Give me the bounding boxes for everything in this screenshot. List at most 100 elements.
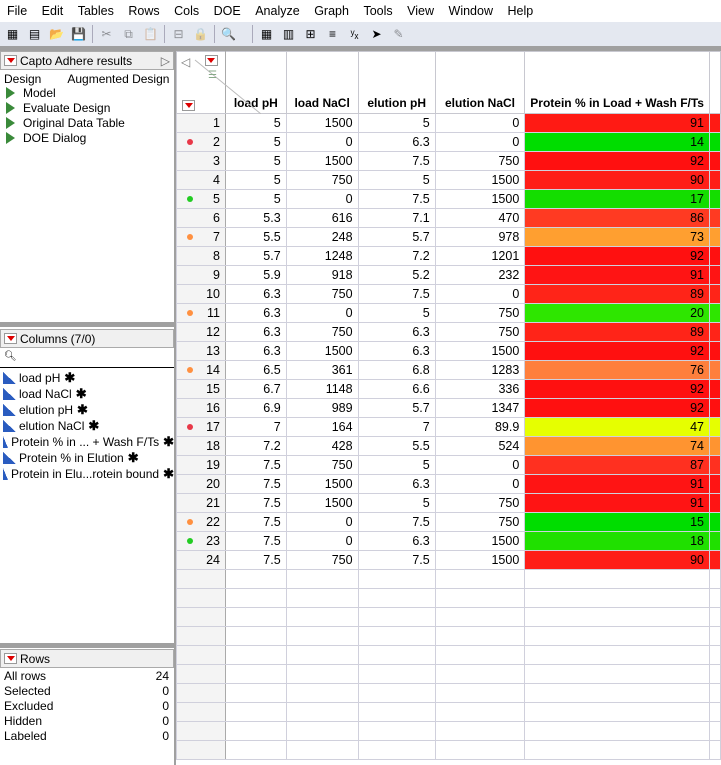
table-cell-partial[interactable] [708, 360, 721, 380]
table-cell[interactable]: 1500 [285, 493, 359, 513]
table-cell[interactable]: 361 [285, 360, 359, 380]
run-script-icon[interactable] [6, 116, 15, 129]
table-cell[interactable]: 5 [224, 132, 287, 152]
table-cell-partial[interactable] [708, 132, 721, 152]
table-cell[interactable]: 6.3 [357, 322, 436, 342]
table-cell[interactable]: 5 [357, 303, 436, 323]
menu-file[interactable]: File [7, 4, 27, 18]
table-cell-partial[interactable] [708, 474, 721, 494]
table-cell[interactable]: 7.2 [357, 246, 436, 266]
table-cell[interactable]: 6.3 [224, 284, 287, 304]
table-cell-partial[interactable] [708, 208, 721, 228]
table-cell[interactable]: 0 [434, 284, 526, 304]
table-cell[interactable]: 1148 [285, 379, 359, 399]
column-search-input[interactable]: 🔍︎ [0, 348, 174, 368]
menu-doe[interactable]: DOE [214, 4, 241, 18]
table-cell[interactable]: 7.5 [357, 189, 436, 209]
table-row[interactable]: 17 7 164 7 89.9 47 [176, 417, 721, 437]
column-list-item[interactable]: load pH ✱ [0, 370, 174, 386]
table-cell[interactable]: 5.7 [224, 246, 287, 266]
row-number[interactable]: 21 [176, 493, 226, 513]
table-cell[interactable]: 336 [434, 379, 526, 399]
table-cell[interactable]: 5.3 [224, 208, 287, 228]
table-row[interactable]: 12 6.3 750 6.3 750 89 [176, 322, 721, 342]
table-cell[interactable]: 7.5 [224, 474, 287, 494]
row-number[interactable]: 17 [176, 417, 226, 437]
table-cell[interactable]: 616 [285, 208, 359, 228]
row-number[interactable]: 11 [176, 303, 226, 323]
table-cell-partial[interactable] [708, 341, 721, 361]
table-cell[interactable]: 91 [524, 265, 710, 285]
table-cell[interactable]: 6.3 [224, 303, 287, 323]
table-row[interactable]: 22 7.5 0 7.5 750 15 [176, 512, 721, 532]
table-cell[interactable]: 6.3 [357, 531, 436, 551]
open-icon[interactable]: 📂 [48, 26, 65, 43]
table-cell[interactable]: 92 [524, 379, 710, 399]
table-cell-partial[interactable] [708, 246, 721, 266]
table-cell[interactable]: 90 [524, 550, 710, 570]
column-list-item[interactable]: elution NaCl ✱ [0, 418, 174, 434]
table-cell[interactable]: 7 [357, 417, 436, 437]
table-cell[interactable]: 5.9 [224, 265, 287, 285]
table-row[interactable]: 18 7.2 428 5.5 524 74 [176, 436, 721, 456]
new-data-table-icon[interactable]: ▦ [4, 26, 21, 43]
distribution-icon[interactable]: ≡ [324, 26, 341, 43]
table-cell[interactable]: 20 [524, 303, 710, 323]
table-script-item[interactable]: Model [0, 85, 174, 100]
lock-icon[interactable]: 🔒 [192, 26, 209, 43]
table-cell[interactable]: 5 [224, 170, 287, 190]
menu-view[interactable]: View [407, 4, 434, 18]
table-row[interactable]: 5 5 0 7.5 1500 17 [176, 189, 721, 209]
table-row[interactable]: 10 6.3 750 7.5 0 89 [176, 284, 721, 304]
columns-panel-header[interactable]: Columns (7/0) [0, 329, 174, 348]
table-cell-partial[interactable] [708, 417, 721, 437]
row-number[interactable]: 9 [176, 265, 226, 285]
table-cell[interactable]: 7 [224, 417, 287, 437]
table-cell[interactable]: 5.2 [357, 265, 436, 285]
table-cell[interactable]: 6.7 [224, 379, 287, 399]
table-row[interactable]: 11 6.3 0 5 750 20 [176, 303, 721, 323]
table-cell[interactable]: 1500 [434, 189, 526, 209]
table-cell[interactable]: 91 [524, 493, 710, 513]
table-cell[interactable]: 470 [434, 208, 526, 228]
table-cell[interactable]: 5 [357, 170, 436, 190]
table-cell-partial[interactable] [708, 398, 721, 418]
table-cell[interactable]: 92 [524, 151, 710, 171]
search-icon[interactable]: 🔍 [220, 26, 237, 43]
table-cell[interactable]: 6.3 [357, 474, 436, 494]
table-cell[interactable]: 1347 [434, 398, 526, 418]
row-number[interactable]: 18 [176, 436, 226, 456]
row-number[interactable]: 19 [176, 455, 226, 475]
table-cell[interactable]: 750 [434, 512, 526, 532]
table-cell[interactable]: 7.5 [224, 531, 287, 551]
table-cell[interactable]: 7.5 [224, 455, 287, 475]
table-cell[interactable]: 89 [524, 322, 710, 342]
table-cell[interactable]: 164 [285, 417, 359, 437]
graph-builder-icon[interactable]: ➤ [368, 26, 385, 43]
table-cell-partial[interactable] [708, 550, 721, 570]
table-cell[interactable]: 92 [524, 246, 710, 266]
tabulate-icon[interactable]: ⊞ [302, 26, 319, 43]
column-header[interactable]: Protein % in Load + Wash F/Ts [524, 51, 710, 114]
row-number[interactable]: 23 [176, 531, 226, 551]
table-cell[interactable]: 6.3 [357, 341, 436, 361]
table-cell[interactable]: 1500 [285, 474, 359, 494]
table-row[interactable]: 24 7.5 750 7.5 1500 90 [176, 550, 721, 570]
table-cell[interactable]: 6.8 [357, 360, 436, 380]
table-row[interactable]: 4 5 750 5 1500 90 [176, 170, 721, 190]
column-header[interactable]: elution pH [357, 51, 436, 114]
column-list-item[interactable]: load NaCl ✱ [0, 386, 174, 402]
row-number[interactable]: 1 [176, 113, 226, 133]
columns-menu-icon[interactable] [204, 55, 218, 66]
row-number[interactable]: 13 [176, 341, 226, 361]
table-cell[interactable]: 1248 [285, 246, 359, 266]
row-number[interactable]: 20 [176, 474, 226, 494]
table-cell[interactable]: 248 [285, 227, 359, 247]
column-list-item[interactable]: Protein % in ... + Wash F/Ts ✱ [0, 434, 174, 450]
table-cell[interactable]: 6.3 [224, 322, 287, 342]
table-cell-partial[interactable] [708, 512, 721, 532]
table-cell[interactable]: 87 [524, 455, 710, 475]
cut-icon[interactable]: ✂ [98, 26, 115, 43]
menu-graph[interactable]: Graph [314, 4, 349, 18]
table-row[interactable]: 21 7.5 1500 5 750 91 [176, 493, 721, 513]
